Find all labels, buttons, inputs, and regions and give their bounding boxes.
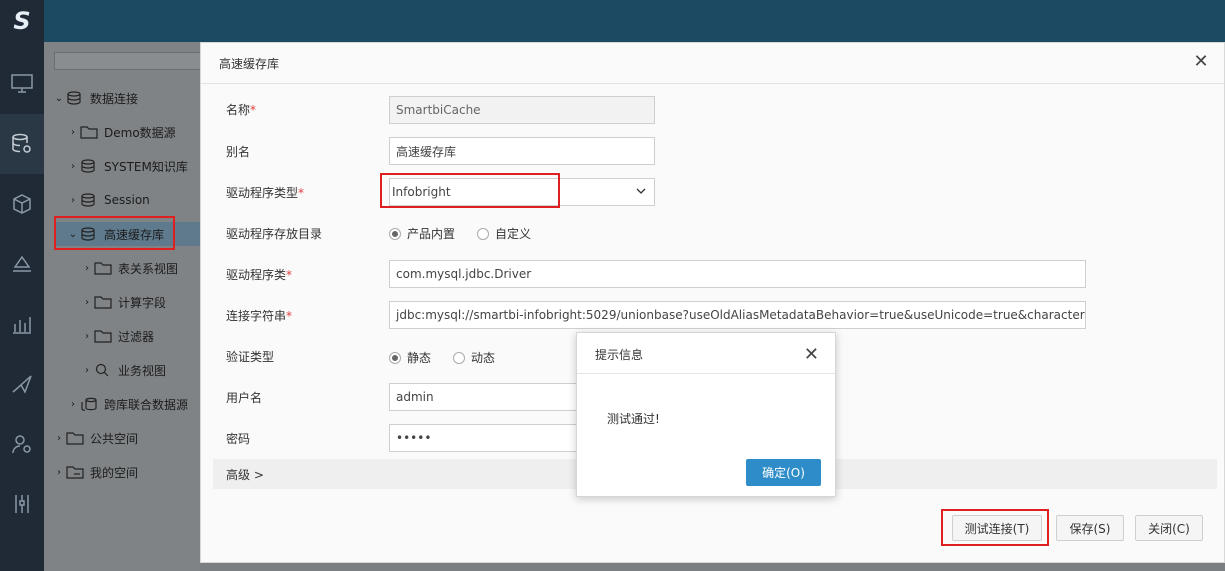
chevron-right-icon[interactable]: › (80, 297, 94, 308)
tree-item-system[interactable]: › SYSTEM知识库 (66, 154, 188, 178)
radio-builtin[interactable]: 产品内置 (389, 225, 455, 242)
chevron-right-icon[interactable]: › (66, 195, 80, 206)
modal-title: 高速缓存库 (219, 57, 280, 71)
auth-radios: 静态 动态 (389, 349, 517, 366)
driver-dir-radios: 产品内置 自定义 (389, 225, 553, 242)
radio-dot (389, 351, 401, 364)
tree-item-label: 跨库联合数据源 (104, 397, 189, 412)
tree-item-label: SYSTEM知识库 (104, 159, 188, 174)
radio-dynamic[interactable]: 动态 (453, 349, 495, 366)
tree-item-label: Demo数据源 (104, 125, 176, 140)
tree-item-biz-view[interactable]: › 业务视图 (80, 358, 166, 382)
database-icon (81, 159, 95, 173)
tools-icon[interactable] (0, 474, 44, 534)
save-button[interactable]: 保存(S) (1056, 515, 1124, 541)
user-label: 用户名 (226, 391, 263, 405)
conn-str-label: 连接字符串* (226, 309, 293, 323)
radio-static[interactable]: 静态 (389, 349, 431, 366)
folder-icon (66, 432, 84, 445)
name-label: 名称* (226, 103, 257, 117)
dialog-message: 测试通过! (607, 412, 660, 426)
cube-icon[interactable] (0, 174, 44, 234)
tree-item-label: 数据连接 (90, 91, 139, 106)
driver-type-label: 驱动程序类型* (226, 186, 305, 200)
send-icon[interactable] (0, 354, 44, 414)
radio-custom[interactable]: 自定义 (477, 225, 531, 242)
chevron-right-icon[interactable]: › (80, 263, 94, 274)
my-folder-icon (66, 466, 84, 479)
modal-divider (201, 83, 1224, 84)
auth-label: 验证类型 (226, 350, 275, 364)
tree-search-input[interactable] (54, 52, 204, 70)
folder-icon (94, 330, 112, 343)
database-icon (81, 227, 95, 241)
tree-item-table-rel[interactable]: › 表关系视图 (80, 256, 178, 280)
driver-class-label: 驱动程序类* (226, 268, 293, 282)
top-header (44, 0, 1225, 42)
app-rail: S (0, 0, 44, 571)
search-icon (95, 363, 109, 377)
tree-item-label: 计算字段 (118, 295, 167, 310)
driver-class-field[interactable]: com.mysql.jdbc.Driver (389, 260, 1086, 288)
dialog-divider (577, 373, 835, 374)
chevron-right-icon[interactable]: › (66, 127, 80, 138)
radio-dot (453, 351, 466, 364)
info-dialog: 提示信息 ✕ 测试通过! 确定(O) (576, 332, 836, 497)
test-connection-button[interactable]: 测试连接(T) (952, 515, 1042, 541)
chevron-right-icon[interactable]: › (66, 161, 80, 172)
close-icon[interactable]: ✕ (1192, 53, 1210, 71)
tree-item-data-connection[interactable]: ⌄ 数据连接 (52, 86, 138, 110)
tree-item-cache-db[interactable]: ⌄ 高速缓存库 (56, 222, 200, 246)
chevron-right-icon[interactable]: › (52, 433, 66, 444)
ok-button[interactable]: 确定(O) (746, 459, 821, 486)
tree-item-label: 业务视图 (118, 363, 167, 378)
dialog-title: 提示信息 (595, 348, 644, 362)
chevron-right-icon[interactable]: › (80, 365, 94, 376)
tree-item-label: 过滤器 (118, 329, 155, 344)
database-settings-icon[interactable] (0, 114, 44, 174)
user-settings-icon[interactable] (0, 414, 44, 474)
radio-dot (477, 227, 490, 240)
close-icon[interactable]: ✕ (804, 344, 819, 365)
radio-dot (389, 227, 401, 240)
alias-label: 别名 (226, 145, 251, 159)
chevron-down-icon[interactable]: ⌄ (52, 93, 66, 104)
conn-str-field[interactable]: jdbc:mysql://smartbi-infobright:5029/uni… (389, 301, 1086, 329)
tree-item-demo[interactable]: › Demo数据源 (66, 120, 176, 144)
folder-icon (94, 296, 112, 309)
tree-item-label: 我的空间 (90, 465, 139, 480)
password-label: 密码 (226, 432, 251, 446)
driver-type-select[interactable]: Infobright (389, 178, 655, 206)
chevron-down-icon[interactable]: ⌄ (66, 229, 80, 240)
tree-item-label: 高速缓存库 (104, 227, 165, 242)
alias-field[interactable]: 高速缓存库 (389, 137, 655, 165)
chevron-right-icon[interactable]: › (52, 467, 66, 478)
app-logo[interactable]: S (0, 0, 44, 42)
tree-item-label: Session (104, 193, 150, 207)
tree-item-filter[interactable]: › 过滤器 (80, 324, 154, 348)
folder-icon (80, 126, 98, 139)
database-icon (67, 91, 81, 105)
tree-item-cross-db[interactable]: › 跨库联合数据源 (66, 392, 188, 416)
tree-item-session[interactable]: › Session (66, 188, 150, 212)
name-field[interactable]: SmartbiCache (389, 96, 655, 124)
database-icon (81, 193, 95, 207)
chevron-down-icon (636, 188, 646, 194)
monitor-icon[interactable] (0, 54, 44, 114)
folder-icon (94, 262, 112, 275)
tree-item-calc-field[interactable]: › 计算字段 (80, 290, 166, 314)
tree-item-label: 表关系视图 (118, 261, 179, 276)
multi-db-icon (81, 397, 97, 411)
chevron-right-icon[interactable]: › (80, 331, 94, 342)
close-button[interactable]: 关闭(C) (1135, 515, 1203, 541)
driver-dir-label: 驱动程序存放目录 (226, 227, 323, 241)
tree-item-label: 公共空间 (90, 431, 139, 446)
chevron-right-icon[interactable]: › (66, 399, 80, 410)
tree-item-public[interactable]: › 公共空间 (52, 426, 138, 450)
resource-tree: ⌄ 数据连接 › Demo数据源 › SYSTEM知识库 › Session ⌄… (44, 42, 204, 571)
bar-chart-icon[interactable] (0, 294, 44, 354)
tree-item-my-space[interactable]: › 我的空间 (52, 460, 138, 484)
layers-icon[interactable] (0, 234, 44, 294)
